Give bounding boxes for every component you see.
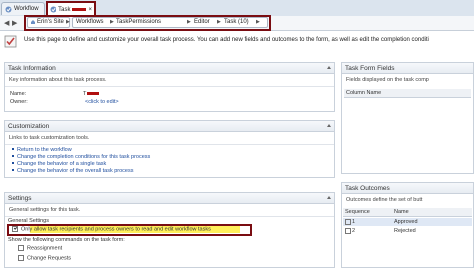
panel-title: Task Outcomes xyxy=(342,183,473,194)
customization-title: Customization xyxy=(8,123,50,130)
tab-workflow-label: Workflow xyxy=(14,6,39,12)
commands-label: Show the following commands on the task … xyxy=(8,237,125,243)
page-intro-text: Use this page to define and customize yo… xyxy=(24,37,429,43)
task-form-fields-title: Task Form Fields xyxy=(345,65,395,72)
task-information-subtitle: Key information about this task process. xyxy=(5,74,334,87)
link-overall-process-behavior[interactable]: Change the behavior of the overall task … xyxy=(12,168,150,175)
task-information-title: Task Information xyxy=(8,65,56,72)
name-cell[interactable]: Approved xyxy=(394,219,418,225)
panel-title: Customization xyxy=(5,121,334,132)
change-requests-checkbox[interactable] xyxy=(18,255,24,261)
task-settings-icon xyxy=(4,35,17,48)
annotation-box-permission xyxy=(7,224,252,236)
task-outcomes-title: Task Outcomes xyxy=(345,185,390,192)
name-cell[interactable]: Rejected xyxy=(394,228,416,234)
task-outcomes-subtitle: Outcomes define the set of butt xyxy=(346,197,423,203)
settings-subtitle: General settings for this task. xyxy=(5,204,334,217)
bullet-icon xyxy=(12,169,14,172)
link-completion-conditions[interactable]: Change the completion conditions for thi… xyxy=(12,154,150,161)
sequence-cell: 1 xyxy=(352,219,356,225)
bullet-icon xyxy=(12,155,14,158)
change-requests-option[interactable]: Change Requests xyxy=(18,255,71,262)
bullet-icon xyxy=(12,162,14,165)
redaction-mark xyxy=(87,92,99,95)
reassignment-checkbox[interactable] xyxy=(18,245,24,251)
panel-title: Settings xyxy=(5,193,334,204)
name-column-header[interactable]: Name xyxy=(394,209,409,215)
owner-label: Owner: xyxy=(10,99,28,105)
row-checkbox[interactable] xyxy=(345,219,351,225)
annotation-box-breadcrumb xyxy=(24,15,271,31)
collapse-icon[interactable] xyxy=(327,124,331,127)
column-name-header[interactable]: Column Name xyxy=(344,89,471,98)
panel-title: Task Form Fields xyxy=(342,63,473,74)
panel-title: Task Information xyxy=(5,63,334,74)
collapse-icon[interactable] xyxy=(327,66,331,69)
customization-subtitle: Links to task customization tools. xyxy=(5,132,334,145)
name-value[interactable]: T xyxy=(83,91,86,97)
owner-edit-link[interactable]: <click to edit> xyxy=(85,99,119,105)
task-form-fields-panel: Task Form Fields Fields displayed on the… xyxy=(341,62,474,174)
reassignment-option[interactable]: Reassignment xyxy=(18,245,62,252)
row-checkbox[interactable] xyxy=(345,228,351,234)
link-single-task-behavior[interactable]: Change the behavior of a single task xyxy=(12,161,150,168)
collapse-icon[interactable] xyxy=(327,196,331,199)
tab-workflow[interactable]: Workflow xyxy=(1,2,45,15)
task-information-panel: Task Information Key information about t… xyxy=(4,62,335,112)
link-return-to-workflow[interactable]: Return to the workflow xyxy=(12,147,150,154)
bullet-icon xyxy=(12,148,14,151)
customization-links: Return to the workflow Change the comple… xyxy=(12,147,150,175)
change-requests-label: Change Requests xyxy=(27,255,72,262)
sequence-cell: 2 xyxy=(352,228,356,234)
name-label: Name: xyxy=(10,91,27,97)
workflow-icon xyxy=(5,6,12,12)
sequence-column-header[interactable]: Sequence xyxy=(345,209,370,215)
settings-title: Settings xyxy=(8,195,32,202)
reassignment-label: Reassignment xyxy=(27,245,63,252)
task-form-fields-subtitle: Fields displayed on the task comp xyxy=(346,77,429,83)
back-arrow-icon[interactable]: ◀ xyxy=(4,19,9,27)
forward-arrow-icon[interactable]: ▶ xyxy=(12,19,17,27)
